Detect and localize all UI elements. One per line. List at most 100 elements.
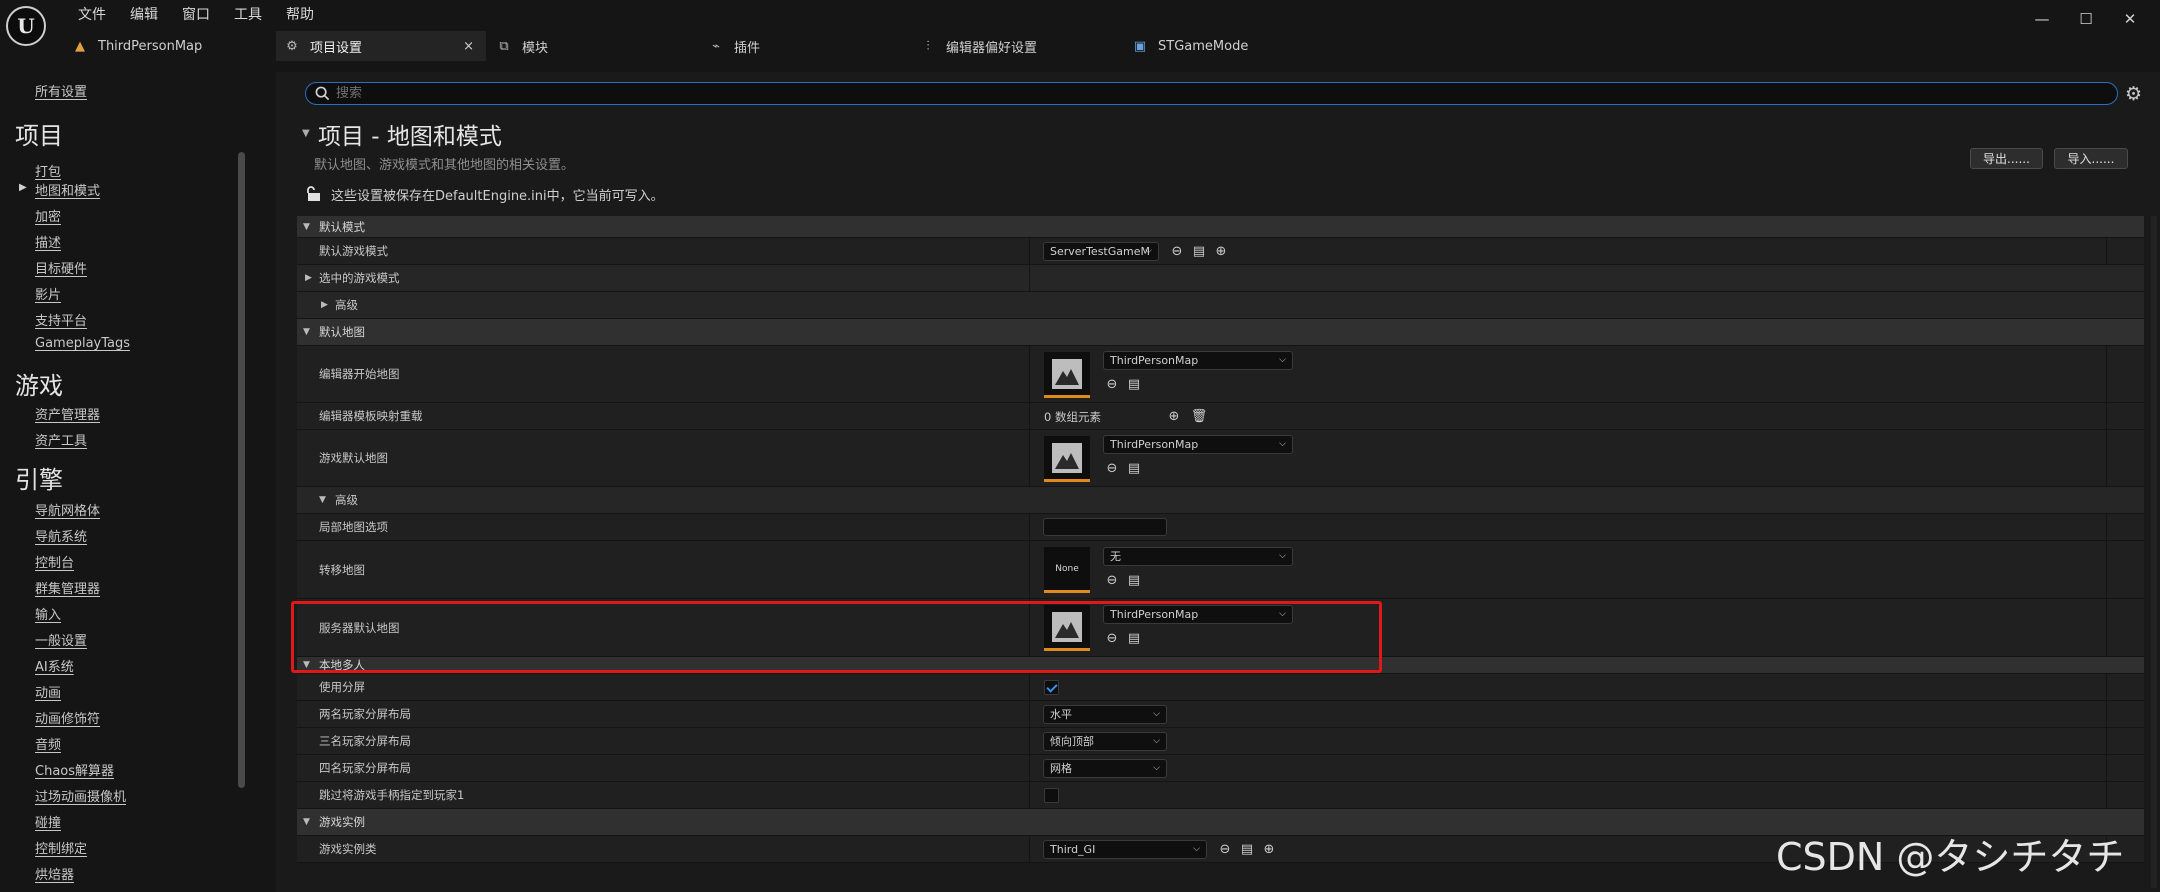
- add-icon[interactable]: ⊕: [1261, 841, 1277, 857]
- map-thumbnail-empty[interactable]: None: [1044, 547, 1090, 593]
- sidebar-item-packaging[interactable]: 打包: [35, 161, 61, 180]
- add-icon[interactable]: ⊕: [1213, 243, 1229, 259]
- tab-close-icon[interactable]: ×: [463, 39, 474, 54]
- sidebar-all-settings[interactable]: 所有设置: [35, 81, 87, 100]
- game-default-map-dropdown[interactable]: ThirdPersonMap ⌵: [1103, 435, 1293, 454]
- transition-map-dropdown[interactable]: 无 ⌵: [1103, 547, 1293, 566]
- sidebar-item-general-settings[interactable]: 一般设置: [35, 630, 87, 649]
- tab-project-settings[interactable]: ⚙ 项目设置 ×: [276, 31, 486, 61]
- sidebar-item-input[interactable]: 输入: [35, 604, 61, 623]
- sidebar-item-navmesh[interactable]: 导航网格体: [35, 500, 100, 519]
- skip-gamepad-checkbox[interactable]: [1044, 788, 1059, 803]
- maximize-button[interactable]: ☐: [2064, 4, 2108, 34]
- add-element-icon[interactable]: ⊕: [1166, 408, 1182, 424]
- expand-arrow-icon[interactable]: ▼: [303, 222, 310, 232]
- sidebar-item-collision[interactable]: 碰撞: [35, 812, 61, 831]
- close-window-button[interactable]: ✕: [2108, 4, 2152, 34]
- property-label: 高级: [335, 298, 358, 312]
- map-thumbnail[interactable]: [1044, 605, 1090, 651]
- delete-icon[interactable]: 🗑: [1191, 408, 1208, 424]
- use-selected-icon[interactable]: ⊖: [1104, 460, 1120, 476]
- expand-arrow-icon[interactable]: ▼: [303, 817, 310, 827]
- collapse-arrow-icon[interactable]: ▼: [302, 128, 310, 139]
- browse-folder-icon[interactable]: ▤: [1126, 572, 1142, 588]
- sidebar-item-maps-modes[interactable]: 地图和模式: [35, 180, 100, 199]
- browse-folder-icon[interactable]: ▤: [1126, 460, 1142, 476]
- sidebar-item-audio[interactable]: 音频: [35, 734, 61, 753]
- menu-edit[interactable]: 编辑: [118, 5, 170, 25]
- expand-arrow-icon[interactable]: ▶: [305, 273, 312, 283]
- row-selected-game-mode[interactable]: ▶ 选中的游戏模式: [297, 265, 2144, 292]
- sidebar-item-control-rig[interactable]: 控制绑定: [35, 838, 87, 857]
- property-label: 游戏默认地图: [319, 451, 388, 465]
- sidebar-item-movies[interactable]: 影片: [35, 284, 61, 303]
- export-button[interactable]: 导出......: [1970, 148, 2043, 169]
- sidebar-item-encryption[interactable]: 加密: [35, 206, 61, 225]
- browse-folder-icon[interactable]: ▤: [1126, 630, 1142, 646]
- row-local-map-options: 局部地图选项: [297, 514, 2144, 541]
- sidebar-item-chaos-solver[interactable]: Chaos解算器: [35, 760, 114, 779]
- editor-startup-map-dropdown[interactable]: ThirdPersonMap ⌵: [1103, 351, 1293, 370]
- map-thumbnail[interactable]: [1044, 436, 1090, 482]
- browse-folder-icon[interactable]: ▤: [1191, 243, 1207, 259]
- sidebar-item-animation-modifiers[interactable]: 动画修饰符: [35, 708, 100, 727]
- tab-editor-preferences[interactable]: ⫶ 编辑器偏好设置: [918, 31, 1118, 61]
- sidebar-item-nav-system[interactable]: 导航系统: [35, 526, 87, 545]
- row-advanced-maps[interactable]: ▼ 高级: [297, 487, 2144, 514]
- menu-window[interactable]: 窗口: [170, 5, 222, 25]
- sidebar-scrollbar[interactable]: [238, 152, 245, 788]
- sidebar-item-asset-tools[interactable]: 资产工具: [35, 430, 87, 449]
- tab-modules[interactable]: ⧉ 模块: [494, 31, 694, 61]
- property-label: 四名玩家分屏布局: [319, 761, 411, 775]
- browse-folder-icon[interactable]: ▤: [1126, 376, 1142, 392]
- sidebar-item-animation[interactable]: 动画: [35, 682, 61, 701]
- sidebar-item-cinematic-camera[interactable]: 过场动画摄像机: [35, 786, 126, 805]
- row-advanced-modes[interactable]: ▶ 高级: [297, 292, 2144, 319]
- use-selected-icon[interactable]: ⊖: [1169, 243, 1185, 259]
- category-default-modes[interactable]: ▼ 默认模式: [297, 216, 2144, 238]
- main-scrollbar[interactable]: [2151, 216, 2157, 888]
- category-default-maps[interactable]: ▼ 默认地图: [297, 319, 2144, 346]
- server-default-map-dropdown[interactable]: ThirdPersonMap ⌵: [1103, 605, 1293, 624]
- sidebar-item-console[interactable]: 控制台: [35, 552, 74, 571]
- column-divider: [1029, 403, 1030, 429]
- minimize-button[interactable]: —: [2020, 4, 2064, 34]
- sidebar-item-cooker[interactable]: 烘焙器: [35, 864, 74, 883]
- property-label: 默认游戏模式: [319, 244, 388, 258]
- game-instance-class-dropdown[interactable]: Third_GI ⌵: [1043, 840, 1207, 859]
- game-mode-dropdown[interactable]: ServerTestGameM ⌵: [1043, 242, 1159, 261]
- sidebar-item-description[interactable]: 描述: [35, 232, 61, 251]
- expand-arrow-icon[interactable]: ▼: [303, 660, 310, 670]
- menu-file[interactable]: 文件: [66, 5, 118, 25]
- category-local-multiplayer[interactable]: ▼ 本地多人: [297, 657, 2144, 674]
- two-player-layout-dropdown[interactable]: 水平 ⌵: [1043, 705, 1167, 724]
- tab-thirdpersonmap[interactable]: ▲ ThirdPersonMap: [70, 31, 270, 61]
- use-selected-icon[interactable]: ⊖: [1104, 572, 1120, 588]
- menu-help[interactable]: 帮助: [274, 5, 326, 25]
- expand-arrow-icon[interactable]: ▼: [319, 495, 326, 505]
- map-thumbnail[interactable]: [1044, 352, 1090, 398]
- use-splitscreen-checkbox[interactable]: [1044, 680, 1059, 695]
- property-label: 跳过将游戏手柄指定到玩家1: [319, 788, 465, 802]
- tab-plugins[interactable]: ⌁ 插件: [706, 31, 906, 61]
- sidebar-item-target-hardware[interactable]: 目标硬件: [35, 258, 87, 277]
- use-selected-icon[interactable]: ⊖: [1104, 376, 1120, 392]
- search-input[interactable]: [336, 84, 2106, 103]
- expand-arrow-icon[interactable]: ▼: [303, 327, 310, 337]
- browse-folder-icon[interactable]: ▤: [1239, 841, 1255, 857]
- four-player-layout-dropdown[interactable]: 网格 ⌵: [1043, 759, 1167, 778]
- three-player-layout-dropdown[interactable]: 倾向顶部 ⌵: [1043, 732, 1167, 751]
- gear-icon[interactable]: ⚙: [2125, 83, 2142, 105]
- sidebar-item-asset-manager[interactable]: 资产管理器: [35, 404, 100, 423]
- sidebar-item-ai-system[interactable]: AI系统: [35, 656, 74, 675]
- import-button[interactable]: 导入......: [2054, 148, 2128, 169]
- sidebar-item-supported-platforms[interactable]: 支持平台: [35, 310, 87, 329]
- tab-stgamemode[interactable]: ▣ STGameMode: [1130, 31, 1330, 61]
- expand-arrow-icon[interactable]: ▶: [321, 300, 328, 310]
- sidebar-item-gameplaytags[interactable]: GameplayTags: [35, 336, 130, 351]
- use-selected-icon[interactable]: ⊖: [1104, 630, 1120, 646]
- use-selected-icon[interactable]: ⊖: [1217, 841, 1233, 857]
- menu-tools[interactable]: 工具: [222, 5, 274, 25]
- sidebar-item-crowd-manager[interactable]: 群集管理器: [35, 578, 100, 597]
- local-map-options-input[interactable]: [1043, 518, 1167, 536]
